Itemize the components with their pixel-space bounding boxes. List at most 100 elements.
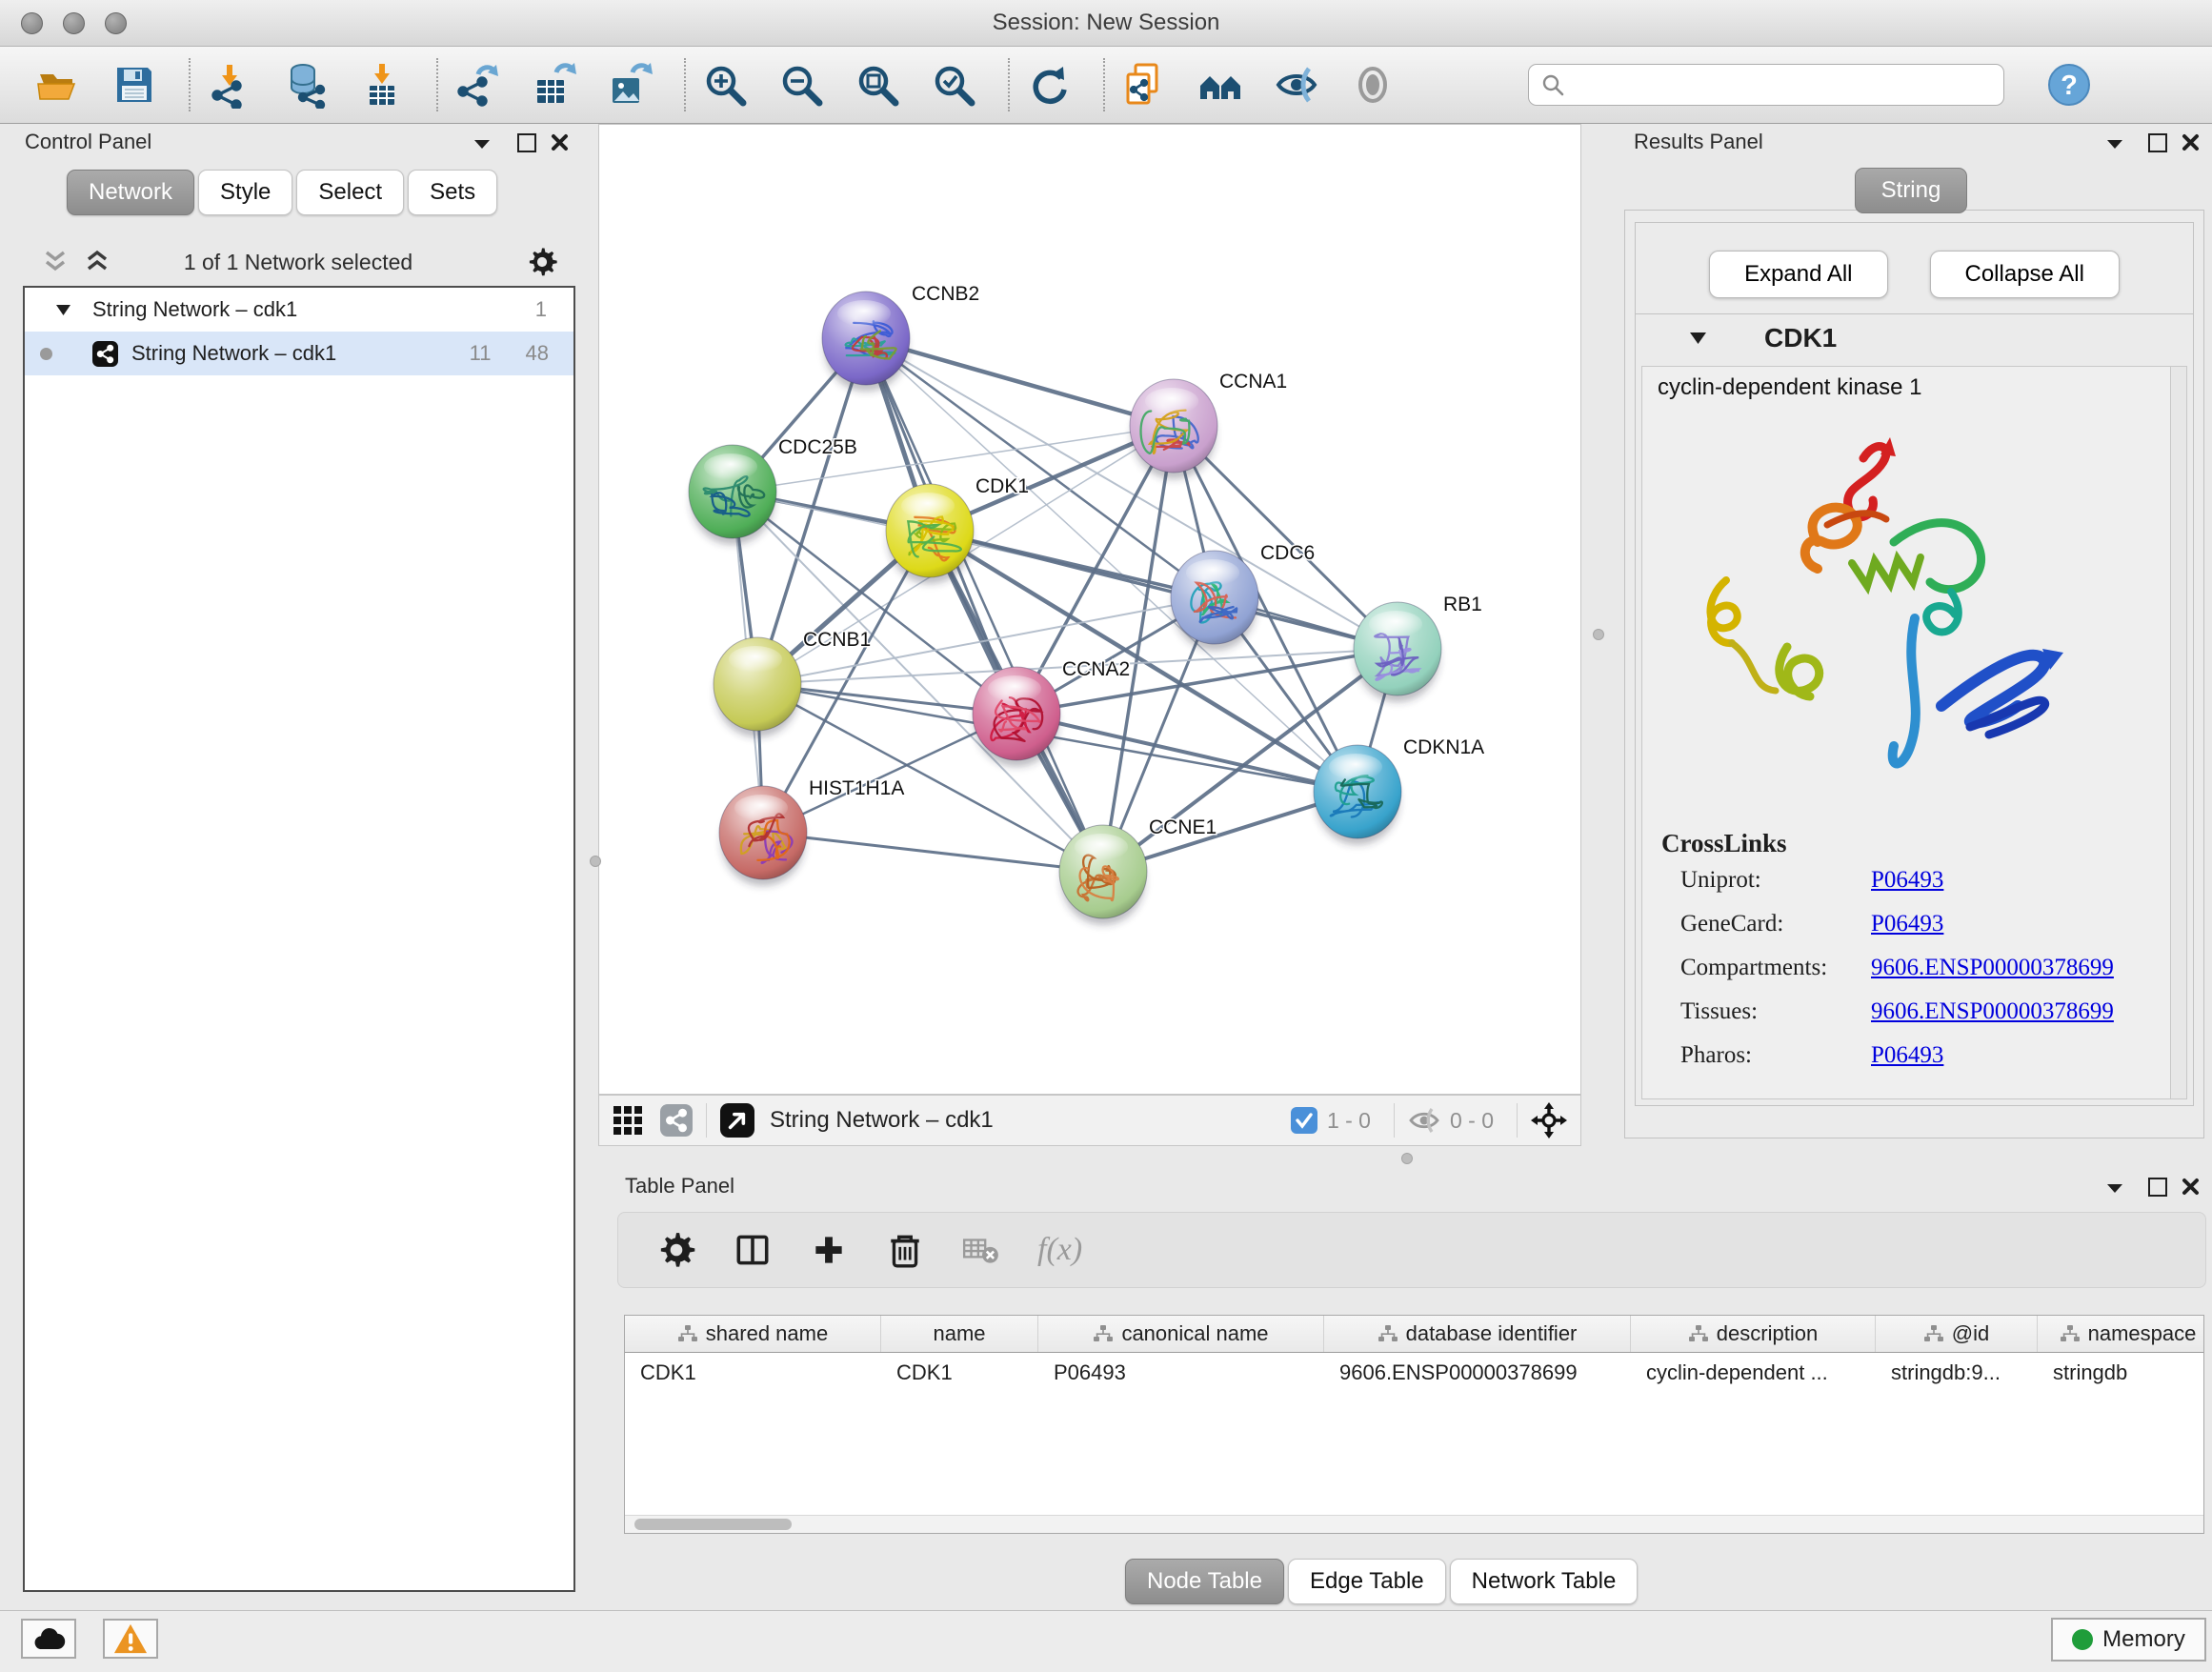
network-edge-CDK1-RB1[interactable] <box>930 531 1398 649</box>
search-field[interactable] <box>1528 64 2004 106</box>
table-gear-icon[interactable] <box>656 1230 696 1270</box>
network-collection-row[interactable]: String Network – cdk1 1 <box>25 288 573 332</box>
network-node-HIST1H1A[interactable]: HIST1H1A <box>719 777 904 886</box>
tab-edge-table[interactable]: Edge Table <box>1288 1559 1446 1604</box>
refresh-layout-icon[interactable] <box>1025 61 1073 109</box>
network-node-CDKN1A[interactable]: CDKN1A <box>1314 736 1484 845</box>
network-view-share-icon[interactable] <box>660 1104 693 1137</box>
network-graph[interactable]: CCNB2CCNA1CDC25BCDK1CDC6RB1CCNB1CCNA2CDK… <box>599 125 1580 1094</box>
import-table-icon[interactable] <box>358 61 406 109</box>
network-node-CCNE1[interactable]: CCNE1 <box>1059 816 1217 925</box>
column-header-canonical-name[interactable]: canonical name <box>1038 1316 1324 1352</box>
crosslink-link[interactable]: P06493 <box>1871 1042 1943 1069</box>
tab-network[interactable]: Network <box>67 170 194 215</box>
table-row[interactable]: CDK1CDK1P064939606.ENSP00000378699cyclin… <box>625 1353 2203 1393</box>
zoom-in-icon[interactable] <box>701 61 749 109</box>
selected-nodes-checkbox-icon[interactable] <box>1291 1107 1317 1134</box>
network-row[interactable]: String Network – cdk1 11 48 <box>25 332 573 375</box>
hide-selected-icon[interactable] <box>1273 61 1320 109</box>
crosslink-link[interactable]: 9606.ENSP00000378699 <box>1871 998 2114 1025</box>
export-image-icon[interactable] <box>606 61 654 109</box>
network-node-CCNB1[interactable]: CCNB1 <box>714 629 871 737</box>
search-input[interactable] <box>1565 71 1988 98</box>
first-neighbors-icon[interactable] <box>1196 61 1244 109</box>
crosslink-link[interactable]: P06493 <box>1871 867 1943 894</box>
function-builder-icon[interactable]: f(x) <box>1037 1232 1082 1268</box>
export-table-icon[interactable] <box>530 61 577 109</box>
crosslink-link[interactable]: 9606.ENSP00000378699 <box>1871 955 2114 981</box>
help-icon[interactable]: ? <box>2046 62 2092 108</box>
column-header-shared-name[interactable]: shared name <box>625 1316 881 1352</box>
grid-view-icon[interactable] <box>613 1105 643 1136</box>
table-cell[interactable]: stringdb:9... <box>1876 1360 2038 1385</box>
gene-section-header[interactable]: CDK1 <box>1636 314 2193 362</box>
tab-select[interactable]: Select <box>296 170 404 215</box>
table-cell[interactable]: CDK1 <box>881 1360 1038 1385</box>
table-horizontal-scrollbar[interactable] <box>625 1515 2203 1533</box>
memory-button[interactable]: Memory <box>2051 1618 2206 1662</box>
bottom-splitter-handle[interactable] <box>1401 1153 1413 1164</box>
tab-style[interactable]: Style <box>198 170 292 215</box>
network-node-CDC25B[interactable]: CDC25B <box>689 436 857 545</box>
network-node-CCNB2[interactable]: CCNB2 <box>822 283 979 392</box>
zoom-selected-icon[interactable] <box>930 61 977 109</box>
expand-all-button[interactable]: Expand All <box>1709 251 1887 298</box>
warnings-button[interactable] <box>103 1619 158 1659</box>
add-column-icon[interactable] <box>809 1230 849 1270</box>
results-scrollbar[interactable] <box>2170 367 2186 1098</box>
hidden-items-eye-icon[interactable] <box>1408 1106 1440 1135</box>
panel-float-icon[interactable] <box>2148 133 2167 152</box>
close-window-icon[interactable] <box>21 12 43 34</box>
table-cell[interactable]: stringdb <box>2038 1360 2204 1385</box>
left-splitter-handle[interactable] <box>590 856 601 867</box>
import-network-database-icon[interactable] <box>282 61 330 109</box>
network-edge-CCNA2-CDKN1A[interactable] <box>1016 714 1357 792</box>
show-columns-icon[interactable] <box>733 1230 773 1270</box>
show-all-icon[interactable] <box>1349 61 1397 109</box>
table-cell[interactable]: CDK1 <box>625 1360 881 1385</box>
network-node-CCNA2[interactable]: CCNA2 <box>973 658 1130 767</box>
panel-menu-icon[interactable] <box>2105 137 2124 151</box>
table-cell[interactable]: cyclin-dependent ... <box>1631 1360 1876 1385</box>
panel-close-icon[interactable] <box>2182 133 2200 151</box>
crosslink-link[interactable]: P06493 <box>1871 911 1943 937</box>
right-splitter-handle[interactable] <box>1593 629 1604 640</box>
open-session-icon[interactable] <box>34 61 82 109</box>
network-edge-HIST1H1A-CCNE1[interactable] <box>763 833 1103 872</box>
tab-network-table[interactable]: Network Table <box>1450 1559 1639 1604</box>
save-session-icon[interactable] <box>111 61 158 109</box>
column-header-description[interactable]: description <box>1631 1316 1876 1352</box>
delete-column-icon[interactable] <box>885 1230 925 1270</box>
network-canvas[interactable]: CCNB2CCNA1CDC25BCDK1CDC6RB1CCNB1CCNA2CDK… <box>598 124 1581 1095</box>
minimize-window-icon[interactable] <box>63 12 85 34</box>
table-cell[interactable]: P06493 <box>1038 1360 1324 1385</box>
network-node-CCNA1[interactable]: CCNA1 <box>1130 371 1287 479</box>
column-header--id[interactable]: @id <box>1876 1316 2038 1352</box>
panel-close-icon[interactable] <box>551 133 569 151</box>
network-list-gear-icon[interactable] <box>526 246 558 278</box>
disclosure-triangle-icon[interactable] <box>55 304 71 316</box>
node-table[interactable]: shared namenamecanonical namedatabase id… <box>624 1315 2204 1534</box>
network-node-RB1[interactable]: RB1 <box>1354 594 1482 702</box>
panel-float-icon[interactable] <box>517 133 536 152</box>
panel-float-icon[interactable] <box>2148 1178 2167 1197</box>
export-network-icon[interactable] <box>453 61 501 109</box>
panel-menu-icon[interactable] <box>473 137 492 151</box>
network-edge-CCNB2-CCNA1[interactable] <box>866 338 1174 426</box>
zoom-window-icon[interactable] <box>105 12 127 34</box>
panel-close-icon[interactable] <box>2182 1178 2200 1196</box>
tab-sets[interactable]: Sets <box>408 170 497 215</box>
new-network-from-selection-icon[interactable] <box>1120 61 1168 109</box>
tab-node-table[interactable]: Node Table <box>1125 1559 1284 1604</box>
delete-table-icon[interactable] <box>961 1230 1001 1270</box>
section-disclosure-icon[interactable] <box>1689 332 1707 345</box>
fit-content-crosshair-icon[interactable] <box>1531 1102 1567 1138</box>
column-header-database-identifier[interactable]: database identifier <box>1324 1316 1631 1352</box>
panel-menu-icon[interactable] <box>2105 1181 2124 1195</box>
zoom-out-icon[interactable] <box>777 61 825 109</box>
table-cell[interactable]: 9606.ENSP00000378699 <box>1324 1360 1631 1385</box>
collapse-all-button[interactable]: Collapse All <box>1930 251 2120 298</box>
column-header-namespace[interactable]: namespace <box>2038 1316 2204 1352</box>
column-header-name[interactable]: name <box>881 1316 1038 1352</box>
birdseye-view-icon[interactable] <box>720 1103 754 1138</box>
